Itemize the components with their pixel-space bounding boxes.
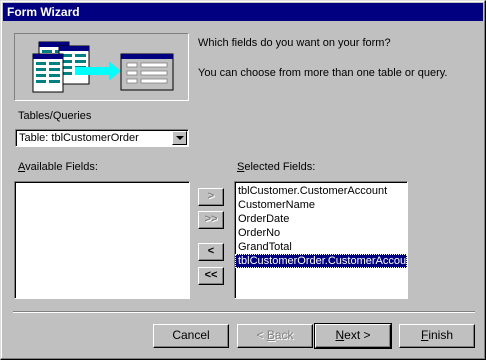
- selected-fields-label: Selected Fields:: [237, 161, 316, 173]
- tables-queries-value: Table: tblCustomerOrder: [19, 132, 139, 144]
- remove-field-button[interactable]: <: [198, 243, 224, 261]
- wizard-illustration: [14, 33, 189, 101]
- table-front-icon: [32, 53, 64, 93]
- selected-field-item[interactable]: OrderNo: [235, 226, 407, 240]
- selected-fields-list[interactable]: tblCustomer.CustomerAccount CustomerName O…: [234, 181, 408, 299]
- next-button[interactable]: Next >: [314, 323, 392, 349]
- remove-all-fields-button[interactable]: <<: [198, 267, 224, 285]
- title-bar: Form Wizard: [3, 3, 483, 21]
- table-to-form-icon: [32, 41, 174, 93]
- form-icon: [120, 53, 174, 91]
- available-fields-label: Available Fields:: [18, 161, 98, 173]
- selected-field-item[interactable]: tblCustomer.CustomerAccount: [235, 184, 407, 198]
- form-wizard-window: Form Wizard Which fields do you want on …: [0, 0, 486, 360]
- finish-button[interactable]: Finish: [399, 324, 475, 348]
- selected-field-item[interactable]: CustomerName: [235, 198, 407, 212]
- back-button[interactable]: < Back: [237, 324, 313, 348]
- selected-field-item[interactable]: tblCustomerOrder.CustomerAccount: [235, 254, 407, 268]
- available-fields-list[interactable]: [14, 181, 190, 299]
- tables-queries-label: Tables/Queries: [18, 110, 92, 122]
- selected-field-item[interactable]: GrandTotal: [235, 240, 407, 254]
- intro-hint: You can choose from more than one table …: [198, 67, 448, 79]
- tables-queries-combo[interactable]: Table: tblCustomerOrder: [15, 129, 189, 147]
- intro-question: Which fields do you want on your form?: [198, 37, 391, 49]
- add-field-button[interactable]: >: [198, 188, 224, 206]
- add-all-fields-button[interactable]: >>: [198, 211, 224, 229]
- footer-separator: [13, 311, 475, 313]
- chevron-down-icon[interactable]: [172, 131, 187, 145]
- selected-field-item[interactable]: OrderDate: [235, 212, 407, 226]
- cancel-button[interactable]: Cancel: [153, 324, 229, 348]
